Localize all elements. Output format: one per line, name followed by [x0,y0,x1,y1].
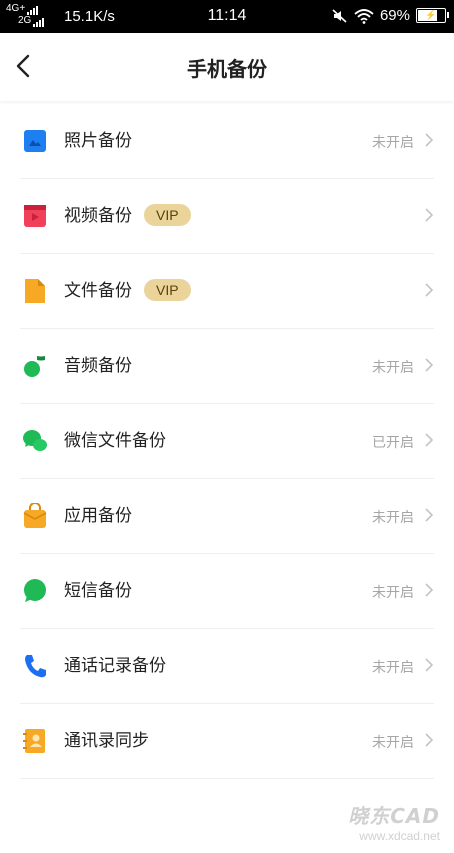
vip-badge: VIP [144,279,191,301]
backup-status: 未开启 [372,135,414,151]
backup-list: 照片备份 未开启 视频备份 VIP 文件备份 VIP 音频备份 未开启 微信文件备份… [0,104,454,779]
chevron-right-icon [425,583,434,597]
backup-status: 已开启 [372,435,414,451]
backup-item-label: 文件备份 VIP [64,278,191,304]
backup-item-label: 视频备份 VIP [64,203,191,229]
backup-status: 未开启 [372,360,414,376]
file-icon [22,278,48,304]
sms-icon [22,578,48,604]
watermark: 晓东CAD www.xdcad.net [348,800,440,843]
page-title: 手机备份 [187,57,267,81]
chevron-right-icon [425,433,434,447]
backup-item-app[interactable]: 应用备份 未开启 [20,479,434,554]
backup-item-label: 通讯录同步 [64,731,149,751]
backup-item-label: 短信备份 [64,581,132,601]
backup-item-file[interactable]: 文件备份 VIP [20,254,434,329]
app-bag-icon [22,503,48,529]
watermark-logo: 晓东CAD [348,804,440,828]
chevron-right-icon [425,133,434,147]
backup-item-label: 通话记录备份 [64,656,166,676]
app-header: 手机备份 [0,33,454,101]
battery-percent: 69% [379,7,410,24]
backup-item-label: 照片备份 [64,131,132,151]
backup-item-photo[interactable]: 照片备份 未开启 [20,104,434,179]
wifi-icon [354,8,374,24]
backup-item-video[interactable]: 视频备份 VIP [20,179,434,254]
backup-item-label: 应用备份 [64,506,132,526]
chevron-right-icon [425,658,434,672]
backup-item-contacts[interactable]: 通讯录同步 未开启 [20,704,434,779]
backup-status: 未开启 [372,510,414,526]
chevron-right-icon [425,733,434,747]
backup-item-label: 音频备份 [64,356,132,376]
video-icon [22,203,48,229]
backup-item-label: 微信文件备份 [64,431,166,451]
phone-icon [22,653,48,679]
contacts-icon [22,728,48,754]
chevron-right-icon [425,283,434,297]
backup-item-call-log[interactable]: 通话记录备份 未开启 [20,629,434,704]
music-icon [22,353,48,379]
chevron-right-icon [425,358,434,372]
battery-icon: ⚡ [416,8,449,23]
chevron-right-icon [425,508,434,522]
status-bar: 4G+ 2G 15.1K/s 11:14 69% ⚡ [0,0,454,33]
backup-status: 未开启 [372,660,414,676]
mute-icon [332,8,347,23]
vip-badge: VIP [144,204,191,226]
photo-icon [22,128,48,154]
backup-item-wechat[interactable]: 微信文件备份 已开启 [20,404,434,479]
backup-status: 未开启 [372,735,414,751]
backup-status: 未开启 [372,585,414,601]
backup-item-sms[interactable]: 短信备份 未开启 [20,554,434,629]
backup-item-audio[interactable]: 音频备份 未开启 [20,329,434,404]
watermark-url: www.xdcad.net [359,829,440,843]
chevron-right-icon [425,208,434,222]
wechat-icon [22,428,48,454]
